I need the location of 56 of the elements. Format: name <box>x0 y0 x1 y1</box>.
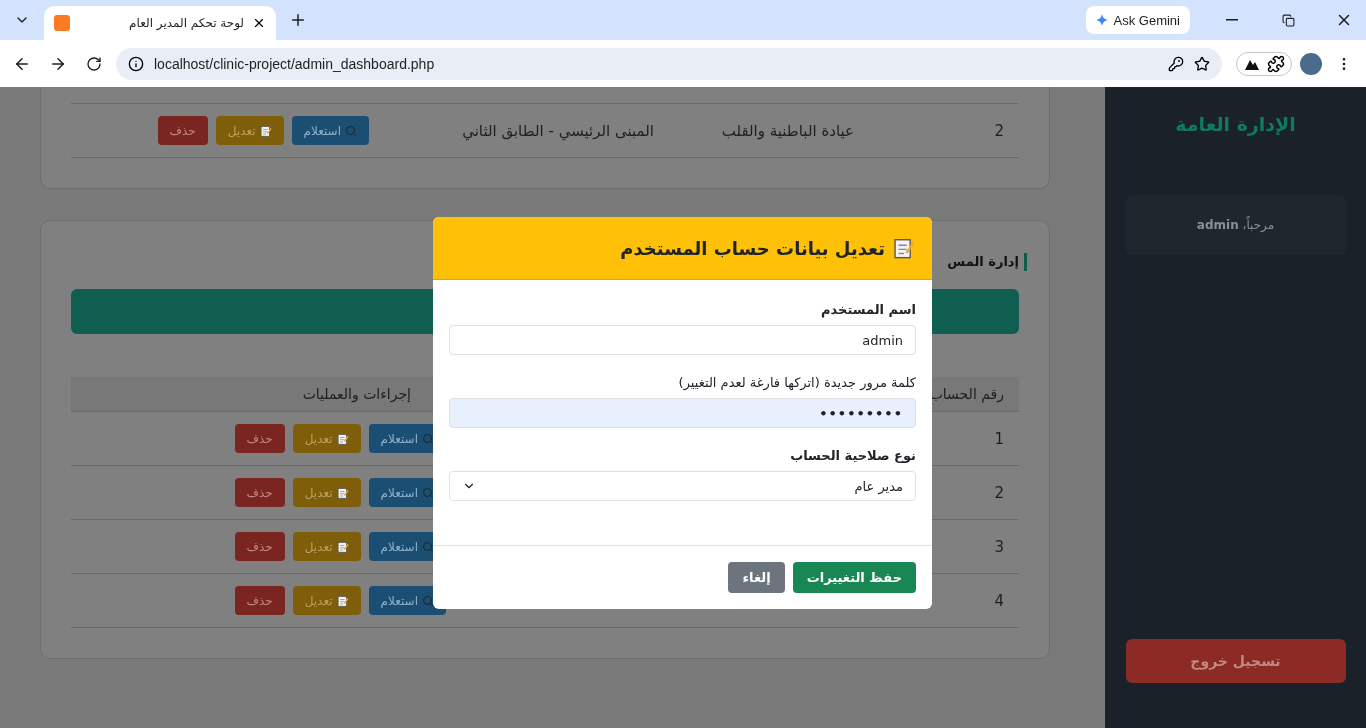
save-button[interactable]: حفظ التغييرات <box>792 562 916 593</box>
plus-icon <box>289 11 307 29</box>
edit-button[interactable]: تعديل <box>292 424 361 453</box>
restore-icon <box>1281 13 1295 27</box>
tab-title: لوحة تحكم المدير العام <box>128 16 244 30</box>
inquire-button[interactable]: استعلام <box>291 116 369 145</box>
search-icon <box>345 124 357 137</box>
bookmark-star-icon[interactable] <box>1194 55 1210 72</box>
edit-button[interactable]: تعديل <box>292 478 361 507</box>
cancel-button[interactable]: إلغاء <box>728 562 785 593</box>
field-label: اسم المستخدم <box>820 302 916 317</box>
memo-icon <box>336 432 349 445</box>
favicon-icon <box>54 15 70 31</box>
delete-button[interactable]: حذف <box>234 586 285 615</box>
table-cell-text: 1 <box>993 429 1005 448</box>
field-label: كلمة مرور جديدة (اتركها فارغة لعدم التغيير) <box>677 375 916 390</box>
browser-tab[interactable]: لوحة تحكم المدير العام <box>44 6 276 40</box>
delete-button[interactable]: حذف <box>234 532 285 561</box>
field-label: نوع صلاحية الحساب <box>789 448 916 463</box>
close-icon[interactable] <box>252 16 266 30</box>
search-icon <box>422 432 434 445</box>
sparkle-icon <box>1095 14 1108 26</box>
table-cell-text: 4 <box>993 591 1005 610</box>
info-icon[interactable] <box>128 55 144 72</box>
delete-button[interactable]: حذف <box>234 478 285 507</box>
search-icon <box>422 540 434 553</box>
delete-button[interactable]: حذف <box>157 116 208 145</box>
search-icon <box>422 594 434 607</box>
key-icon[interactable] <box>1168 55 1184 72</box>
profile-avatar[interactable] <box>1300 52 1322 75</box>
memo-icon <box>336 540 349 553</box>
memo-icon <box>336 486 349 499</box>
logout-button[interactable]: تسجيل خروج <box>1125 639 1346 683</box>
puzzle-icon[interactable] <box>1267 54 1285 73</box>
edit-button[interactable]: تعديل <box>215 116 284 145</box>
password-field[interactable]: ••••••••• <box>449 398 916 428</box>
delete-button[interactable]: حذف <box>234 424 285 453</box>
edit-button[interactable]: تعديل <box>292 586 361 615</box>
address-bar[interactable]: localhost/clinic-project/admin_dashboard.php <box>116 47 1222 80</box>
column-header: رقم الحساب <box>928 386 1005 402</box>
table-cell-text: عيادة الباطنية والقلب <box>720 121 855 140</box>
search-icon <box>422 486 434 499</box>
column-header: إجراءات والعمليات <box>301 386 412 402</box>
ask-gemini-button[interactable]: Ask Gemini <box>1085 6 1190 34</box>
minimize-icon <box>1226 19 1238 21</box>
memo-icon <box>259 124 272 137</box>
memo-icon <box>336 594 349 607</box>
select-field[interactable]: مدير عام <box>449 471 916 501</box>
table-cell-text: 3 <box>993 537 1005 556</box>
edit-button[interactable]: تعديل <box>292 532 361 561</box>
input-field[interactable]: admin <box>449 325 916 355</box>
sidebar-title: الإدارة العامة <box>1175 113 1296 135</box>
reload-icon <box>86 55 102 72</box>
table-cell-text: المبنى الرئيسي - الطابق الثاني <box>461 121 655 140</box>
table-cell-text: 2 <box>993 121 1005 140</box>
memo-icon <box>893 237 915 259</box>
